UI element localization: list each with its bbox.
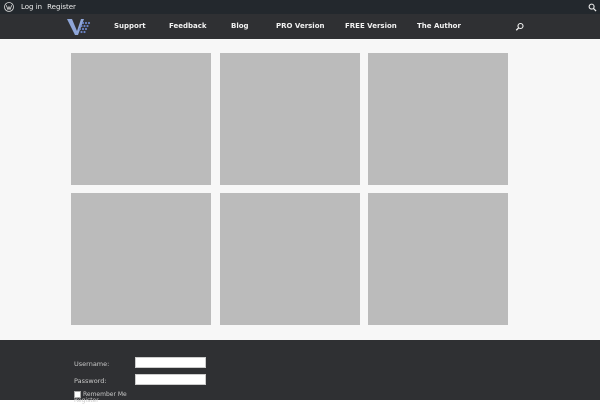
nav-pro-version[interactable]: PRO Version	[276, 14, 325, 39]
username-input[interactable]	[135, 357, 206, 368]
search-icon	[515, 22, 524, 31]
nav-support[interactable]: Support	[114, 14, 146, 39]
nav-blog[interactable]: Blog	[231, 14, 249, 39]
footer-login: Username: Password: Remember Me Register	[0, 340, 600, 404]
site-header: Support Feedback Blog PRO Version FREE V…	[0, 14, 600, 39]
password-input[interactable]	[135, 374, 206, 385]
register-link[interactable]: Register	[74, 397, 99, 404]
admin-bar: Log in Register	[0, 0, 600, 14]
gallery-tile[interactable]	[71, 193, 211, 325]
gallery-tile[interactable]	[220, 53, 360, 185]
gallery-tile[interactable]	[220, 193, 360, 325]
username-label: Username:	[74, 360, 110, 368]
header-inner: Support Feedback Blog PRO Version FREE V…	[67, 14, 532, 39]
gallery-tile[interactable]	[368, 53, 508, 185]
search-icon[interactable]	[587, 2, 597, 12]
main-content	[0, 39, 600, 340]
register-link[interactable]: Register	[47, 0, 76, 14]
wordpress-icon[interactable]	[2, 0, 16, 14]
nav-free-version[interactable]: FREE Version	[345, 14, 397, 39]
gallery-tile[interactable]	[368, 193, 508, 325]
password-label: Password:	[74, 377, 107, 385]
nav-the-author[interactable]: The Author	[417, 14, 461, 39]
header-search-button[interactable]	[507, 14, 532, 39]
gallery-tile[interactable]	[71, 53, 211, 185]
nav-feedback[interactable]: Feedback	[169, 14, 207, 39]
site-logo[interactable]	[67, 19, 91, 35]
login-link[interactable]: Log in	[21, 0, 42, 14]
